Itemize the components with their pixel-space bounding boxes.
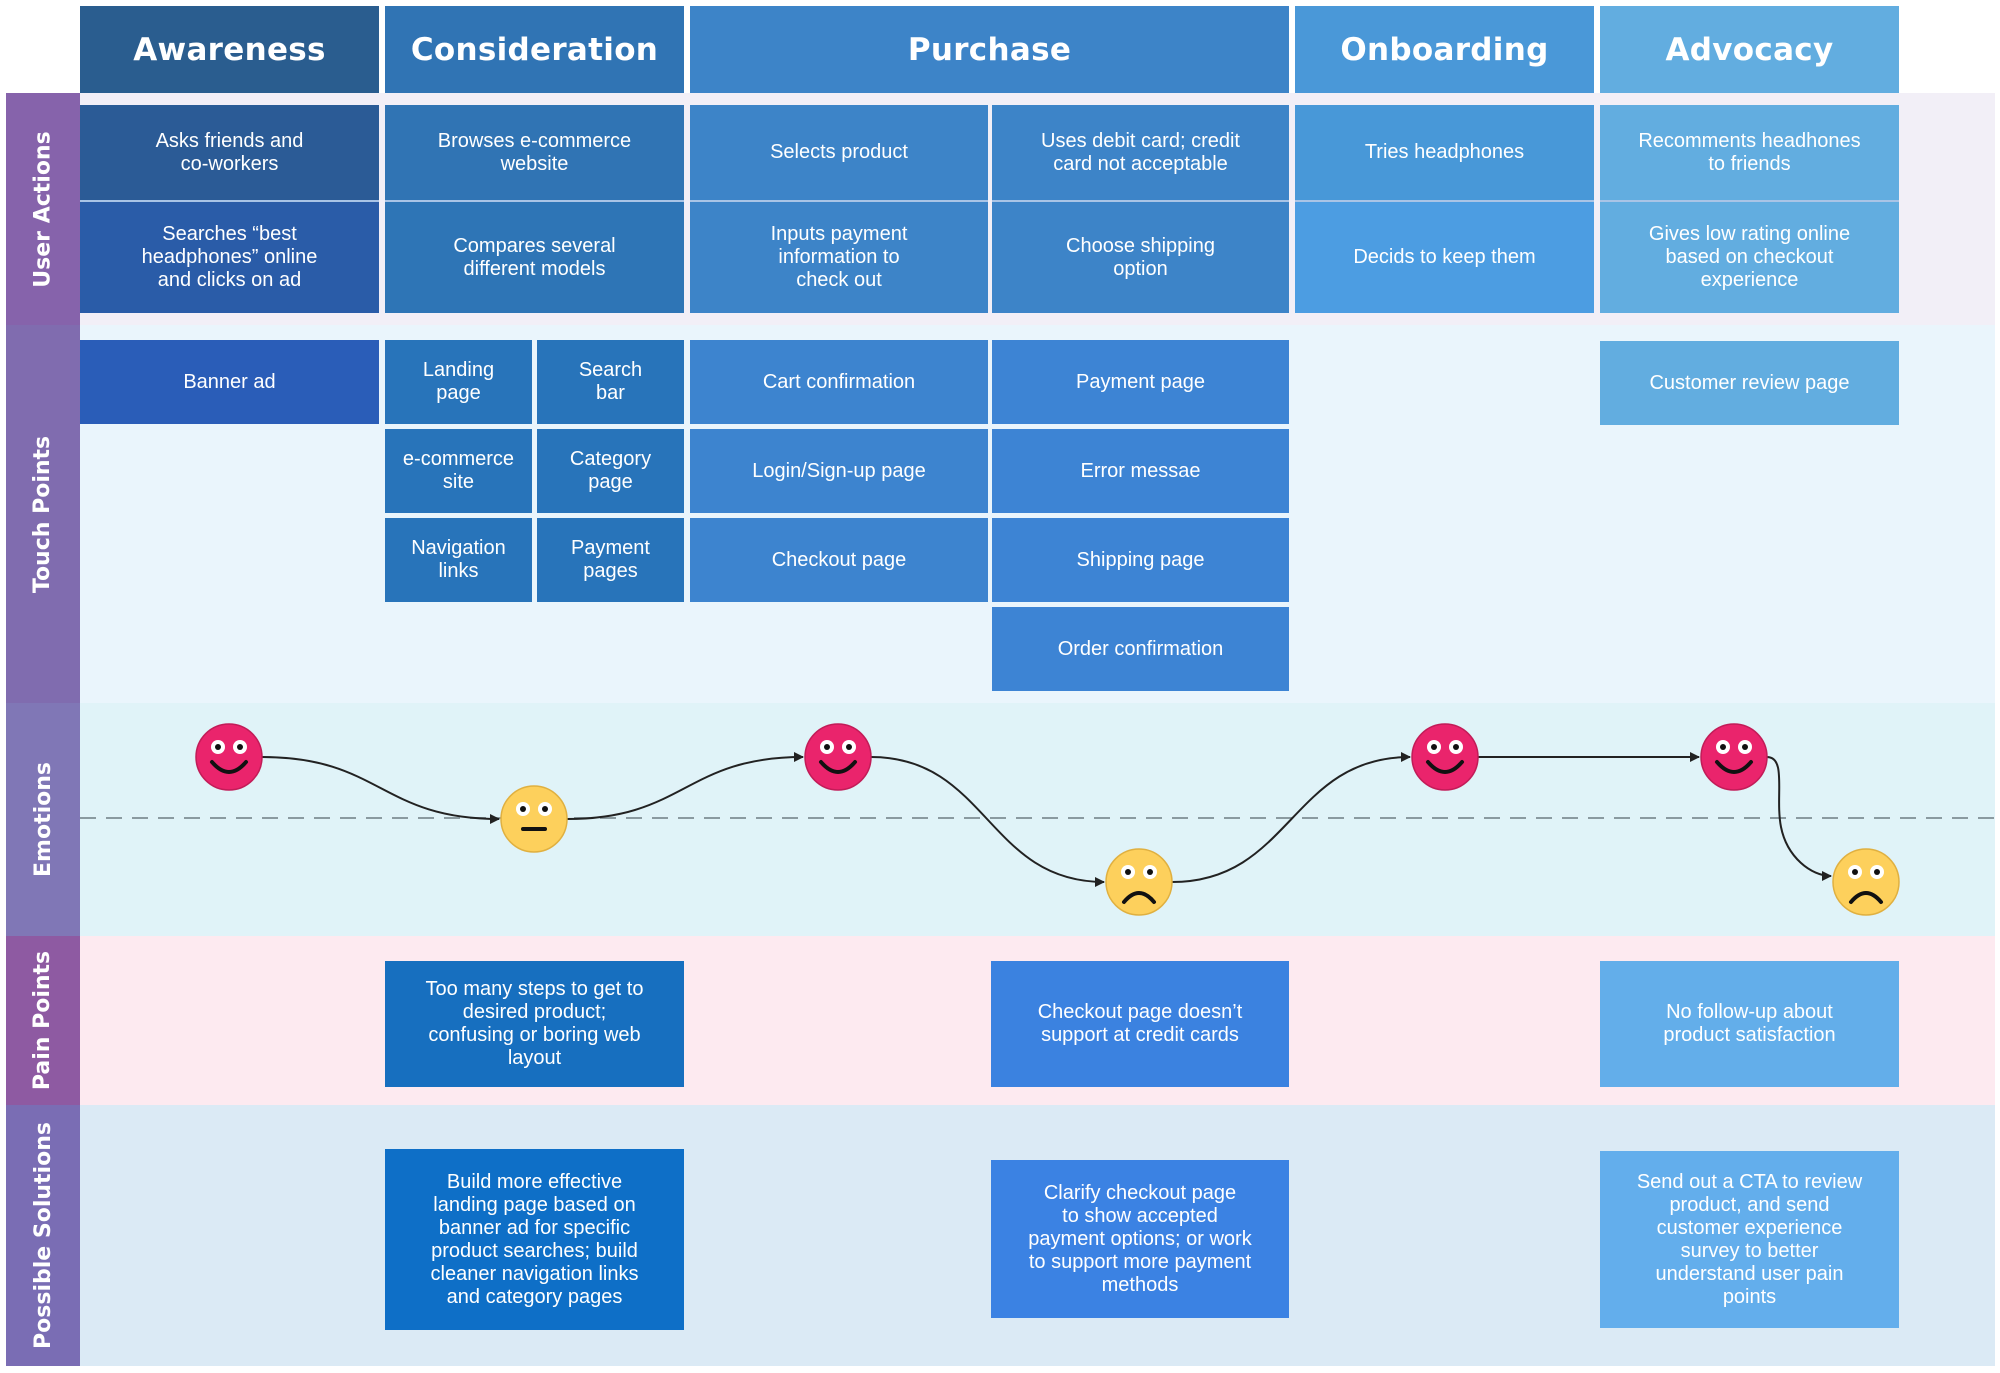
emotion-connector-arrow (870, 756, 1105, 887)
eye-pupil (237, 744, 243, 750)
eye-pupil (1852, 869, 1858, 875)
emotion-faces (195, 723, 1900, 916)
face-circle (195, 723, 263, 791)
face-circle (500, 785, 568, 853)
pain-point-card: Too many steps to get to desired product… (385, 961, 684, 1087)
eye-pupil (1125, 869, 1131, 875)
neutral-face-icon (500, 785, 568, 853)
eye-pupil (1147, 869, 1153, 875)
emotion-connector-arrow (566, 752, 804, 820)
face-circle (1832, 848, 1900, 916)
sad-face-icon (1832, 848, 1900, 916)
emotion-connector-arrow (261, 756, 500, 824)
face-circle (1700, 723, 1768, 791)
emotion-connector-arrow (1171, 752, 1411, 883)
eye-pupil (520, 806, 526, 812)
eye-pupil (1874, 869, 1880, 875)
eye-pupil (215, 744, 221, 750)
eye-pupil (846, 744, 852, 750)
face-circle (804, 723, 872, 791)
happy-face-icon (804, 723, 872, 791)
eye-pupil (1720, 744, 1726, 750)
face-circle (1105, 848, 1173, 916)
pain-point-card: Checkout page doesn’t support at credit … (991, 961, 1289, 1087)
happy-face-icon (195, 723, 263, 791)
happy-face-icon (1411, 723, 1479, 791)
solution-card: Clarify checkout page to show accepted p… (991, 1160, 1289, 1318)
eye-pupil (1742, 744, 1748, 750)
solution-card: Build more effective landing page based … (385, 1149, 684, 1330)
happy-face-icon (1700, 723, 1768, 791)
eye-pupil (824, 744, 830, 750)
solution-card: Send out a CTA to review product, and se… (1600, 1151, 1899, 1328)
eye-pupil (1453, 744, 1459, 750)
sad-face-icon (1105, 848, 1173, 916)
face-circle (1411, 723, 1479, 791)
emotion-connector-arrow (1766, 756, 1832, 881)
eye-pupil (542, 806, 548, 812)
pain-point-card: No follow-up about product satisfaction (1600, 961, 1899, 1087)
emotion-paths (261, 752, 1832, 887)
eye-pupil (1431, 744, 1437, 750)
